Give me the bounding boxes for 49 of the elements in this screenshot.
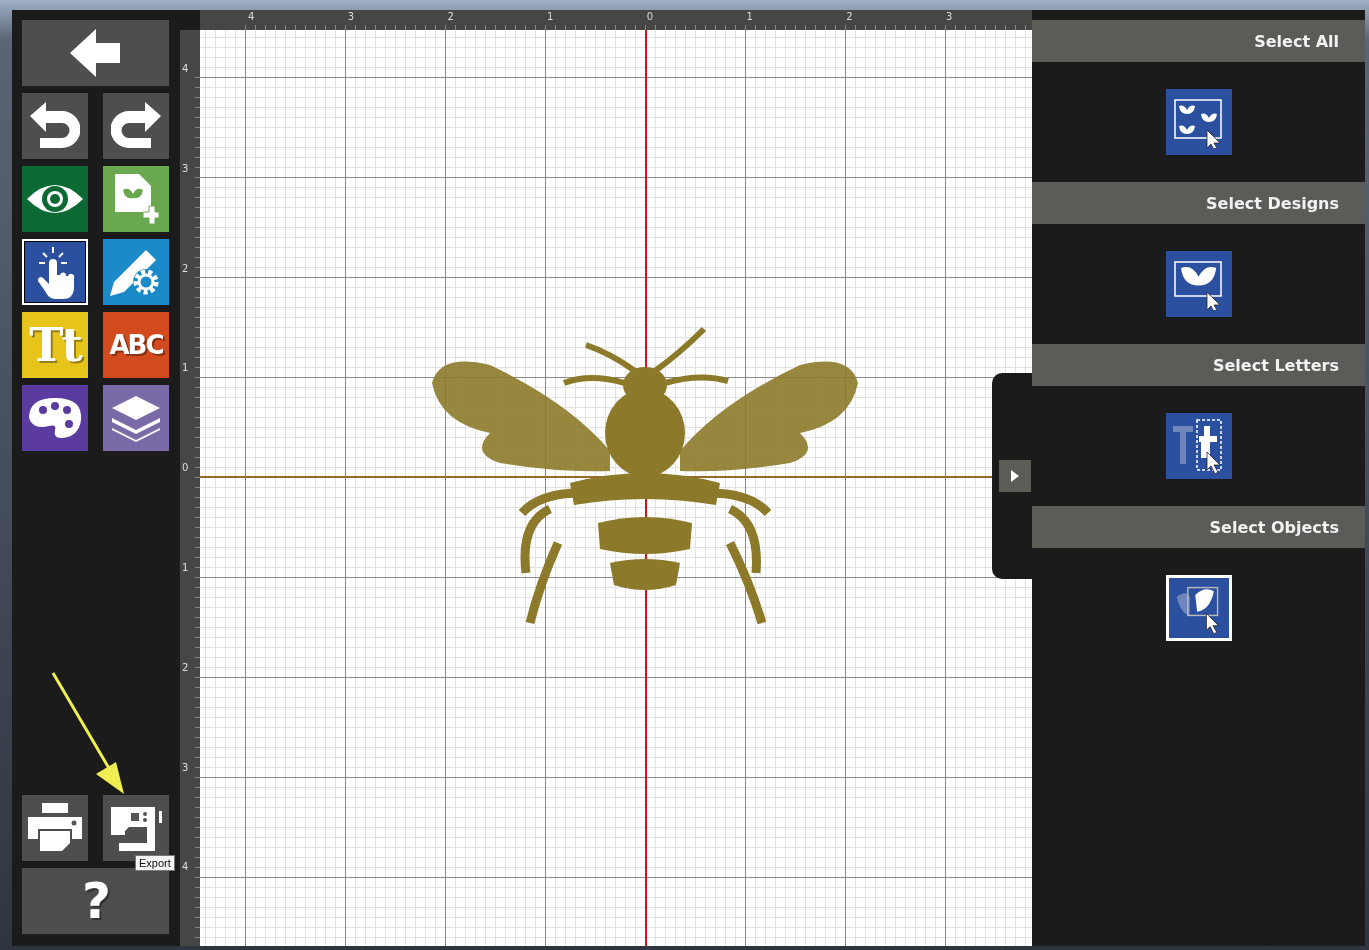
ruler-label: 4: [182, 63, 189, 74]
ruler-label: 4: [248, 11, 255, 22]
section-heading: Select Designs: [1032, 182, 1365, 224]
ruler-label: 2: [182, 661, 189, 673]
ruler-label: 2: [447, 11, 454, 22]
palette-icon: [27, 396, 83, 440]
layers-icon: [110, 394, 162, 442]
ruler-label: 0: [646, 11, 654, 22]
ruler-label: 3: [347, 11, 355, 22]
back-button[interactable]: [22, 20, 169, 86]
ruler-label: 2: [182, 262, 189, 274]
help-button[interactable]: ?: [22, 868, 169, 934]
ruler-label: 2: [846, 11, 853, 22]
ruler-label: 1: [182, 562, 189, 573]
print-button[interactable]: [22, 795, 88, 861]
select-mode-button[interactable]: [1165, 251, 1232, 317]
undo-icon: [30, 102, 80, 150]
select-mode-button[interactable]: [1165, 413, 1232, 479]
back-arrow-icon: [69, 29, 122, 77]
section-heading: Select All: [1032, 20, 1365, 62]
redo-button[interactable]: [103, 93, 169, 159]
ruler-label: 3: [945, 11, 953, 22]
monogram-button[interactable]: ABC: [103, 312, 169, 378]
play-arrow-icon: [1011, 470, 1019, 482]
ruler-label: 1: [547, 11, 554, 22]
ruler-label: 4: [182, 861, 189, 873]
pointing-hand-icon: [35, 245, 75, 299]
color-button[interactable]: [22, 385, 88, 451]
expand-panel-button[interactable]: [999, 460, 1031, 492]
section-heading: Select Letters: [1032, 344, 1365, 386]
add-design-icon: [113, 172, 159, 226]
select-mode-button[interactable]: [1165, 575, 1232, 641]
ruler-label: 3: [182, 162, 189, 174]
section-heading: Select Objects: [1032, 506, 1365, 548]
export-tooltip: Export: [135, 855, 175, 871]
sewing-machine-icon: [109, 805, 163, 851]
ruler-label: 0: [182, 462, 189, 474]
select-mode-button[interactable]: [1165, 89, 1232, 155]
add-design-button[interactable]: [103, 166, 169, 232]
ruler-label: 3: [182, 761, 189, 773]
printer-icon: [28, 803, 82, 853]
redo-icon: [111, 102, 161, 150]
ruler-label: 1: [746, 11, 753, 22]
layers-button[interactable]: [103, 385, 169, 451]
select-tool-button[interactable]: [22, 239, 88, 305]
ruler-label: 1: [182, 362, 189, 374]
edit-tool-button[interactable]: [103, 239, 169, 305]
preview-button[interactable]: [22, 166, 88, 232]
undo-button[interactable]: [22, 93, 88, 159]
